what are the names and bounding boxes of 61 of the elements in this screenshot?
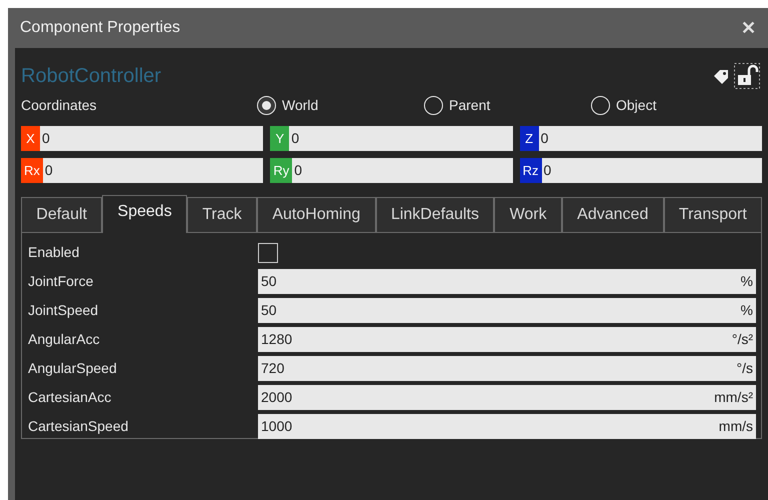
property-label: AngularSpeed [28, 359, 118, 378]
coordinate-field[interactable]: Rx 0 [21, 158, 264, 183]
unit-label: mm/s² [714, 388, 753, 407]
value-field[interactable]: 50 % [258, 298, 756, 323]
field-value: 0 [41, 129, 50, 148]
coordinate-radio[interactable]: Parent [424, 94, 490, 116]
coordinate-radio[interactable]: World [257, 94, 318, 116]
field-value: 0 [293, 161, 302, 180]
property-label: AngularAcc [28, 330, 101, 349]
tab[interactable]: Advanced [562, 197, 664, 233]
coordinate-field[interactable]: X 0 [21, 126, 264, 151]
coordinate-radio[interactable]: Object [591, 94, 656, 116]
coordinate-field[interactable]: Z 0 [520, 126, 762, 151]
axis-tag: Y [270, 126, 290, 151]
value-field[interactable]: 1280 °/s² [258, 327, 756, 352]
field-value: 50 [261, 272, 277, 291]
enabled-checkbox[interactable] [258, 242, 278, 262]
tag-icon[interactable] [712, 68, 730, 84]
field-value: 720 [261, 359, 284, 378]
close-button[interactable]: ✕ [741, 14, 756, 42]
axis-tag: Ry [270, 158, 292, 183]
unit-label: °/s [736, 359, 753, 378]
tab[interactable]: AutoHoming [257, 197, 376, 233]
field-value: 0 [540, 129, 548, 148]
property-label: Enabled [28, 243, 80, 262]
coordinate-field[interactable]: Y 0 [270, 126, 513, 151]
coordinates-label: Coordinates [21, 96, 98, 114]
unit-label: mm/s [718, 417, 753, 436]
axis-tag: Rx [21, 158, 43, 183]
field-value: 50 [261, 301, 277, 320]
tab[interactable]: Speeds [102, 195, 188, 233]
component-name: RobotController [21, 64, 162, 89]
tab[interactable]: Track [187, 197, 258, 233]
property-label: CartesianSpeed [28, 417, 130, 436]
coordinate-field[interactable]: Rz 0 [520, 158, 762, 183]
window-title: Component Properties [20, 18, 180, 38]
value-field[interactable]: 2000 mm/s² [258, 385, 756, 410]
axis-tag: Z [520, 126, 539, 151]
field-value: 1280 [261, 330, 292, 349]
unit-label: °/s² [732, 330, 753, 349]
property-label: JointSpeed [28, 301, 100, 320]
axis-tag: X [21, 126, 40, 151]
value-field[interactable]: 720 °/s [258, 356, 756, 381]
property-label: JointForce [28, 272, 94, 291]
value-field[interactable]: 1000 mm/s [258, 414, 756, 439]
value-field[interactable]: 50 % [258, 269, 756, 294]
field-value: 2000 [261, 388, 292, 407]
tab[interactable]: Default [21, 197, 102, 233]
field-value: 0 [44, 161, 53, 180]
tab[interactable]: LinkDefaults [376, 197, 494, 233]
axis-tag: Rz [520, 158, 542, 183]
unit-label: % [740, 272, 753, 291]
coordinate-field[interactable]: Ry 0 [270, 158, 513, 183]
field-value: 0 [542, 161, 552, 180]
field-value: 0 [290, 129, 300, 148]
property-label: CartesianAcc [28, 388, 112, 407]
field-value: 1000 [261, 417, 292, 436]
lock-icon[interactable] [734, 63, 760, 89]
unit-label: % [740, 301, 753, 320]
tab[interactable]: Transport [664, 197, 762, 233]
tab[interactable]: Work [494, 197, 562, 233]
